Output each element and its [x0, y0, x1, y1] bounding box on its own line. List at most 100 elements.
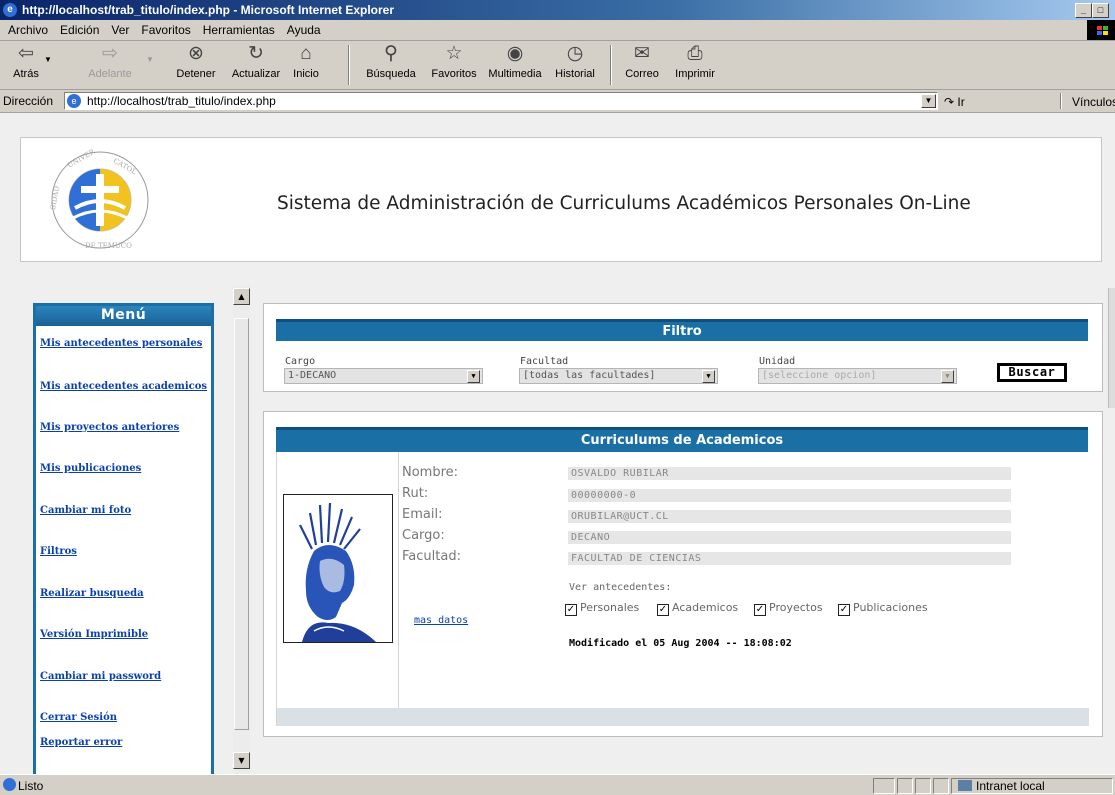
- university-logo: UNIVER CATOL SIDAD DE TEMUCO: [49, 148, 149, 250]
- facultad-label: Facultad: [520, 356, 569, 367]
- menu-link-version-imprimible[interactable]: Versión Imprimible: [40, 629, 148, 640]
- site-header: UNIVER CATOL SIDAD DE TEMUCO Sistema de …: [20, 137, 1102, 262]
- facultad-select[interactable]: [todas las facultades] ▼: [519, 368, 718, 384]
- facultad-field-label: Facultad:: [402, 549, 461, 564]
- links-button[interactable]: Vínculos: [1072, 95, 1115, 109]
- mail-button[interactable]: ✉ Correo: [620, 43, 664, 80]
- cargo-label: Cargo: [285, 356, 316, 367]
- ie-icon: e: [3, 3, 17, 17]
- modified-timestamp: Modificado el 05 Aug 2004 -- 18:08:02: [569, 638, 792, 649]
- history-icon: ◷: [566, 43, 584, 64]
- facultad-value: FACULTAD DE CIENCIAS: [568, 552, 1011, 565]
- maximize-button[interactable]: □: [1092, 3, 1109, 18]
- menu-link-filtros[interactable]: Filtros: [40, 546, 77, 557]
- side-menu: Menú Mis antecedentes personales Mis ant…: [33, 303, 214, 774]
- curriculum-title: Curriculums de Academicos: [276, 427, 1088, 452]
- status-panel: [897, 778, 913, 794]
- cargo-select[interactable]: 1-DECANO ▼: [284, 368, 483, 384]
- address-url: http://localhost/trab_titulo/index.php: [87, 94, 276, 108]
- menu-link-cambiar-password[interactable]: Cambiar mi password: [40, 671, 161, 682]
- intranet-icon: [958, 780, 972, 791]
- minimize-button[interactable]: _: [1075, 3, 1092, 18]
- forward-button[interactable]: ⇨ Adelante: [84, 43, 136, 80]
- menu-ayuda[interactable]: Ayuda: [281, 20, 327, 40]
- email-label: Email:: [402, 507, 443, 522]
- page-icon: e: [67, 94, 81, 108]
- menu-ver[interactable]: Ver: [105, 20, 135, 40]
- back-button[interactable]: ⇦ Atrás: [6, 43, 46, 80]
- go-arrow-icon: ↷: [944, 95, 955, 109]
- unidad-select[interactable]: [seleccione opcion] ▼: [758, 368, 957, 384]
- scroll-up-icon[interactable]: ▲: [233, 288, 250, 305]
- favorites-button[interactable]: ☆ Favoritos: [424, 43, 484, 80]
- checkbox-publicaciones[interactable]: ✓ Publicaciones: [838, 601, 928, 616]
- menu-link-antecedentes-personales[interactable]: Mis antecedentes personales: [40, 338, 202, 349]
- menu-link-cerrar-sesion[interactable]: Cerrar Sesión: [40, 712, 117, 723]
- email-value: ORUBILAR@UCT.CL: [568, 510, 1011, 523]
- curriculum-panel: Curriculums de Academicos Nombre: Rut: E…: [263, 411, 1103, 737]
- toolbar-separator: [610, 45, 612, 85]
- page-done-icon: [3, 778, 16, 791]
- back-dropdown-icon[interactable]: ▼: [44, 55, 52, 64]
- print-button[interactable]: ⎙ Imprimir: [672, 43, 718, 80]
- nombre-label: Nombre:: [402, 465, 459, 480]
- menu-link-publicaciones[interactable]: Mis publicaciones: [40, 463, 141, 474]
- forward-dropdown-icon[interactable]: ▼: [146, 55, 154, 64]
- address-label: Dirección: [3, 94, 54, 108]
- address-input[interactable]: e http://localhost/trab_titulo/index.php…: [64, 92, 938, 110]
- checkbox-proyectos[interactable]: ✓ Proyectos: [754, 601, 823, 616]
- media-icon: ◉: [506, 43, 524, 64]
- chevron-down-icon: ▼: [941, 370, 954, 383]
- stop-icon: ⊗: [188, 43, 204, 64]
- rut-label: Rut:: [402, 486, 429, 501]
- svg-text:UNIVER: UNIVER: [66, 148, 97, 170]
- checkbox-academicos[interactable]: ✓ Academicos: [657, 601, 738, 616]
- checkmark-icon: ✓: [838, 604, 850, 616]
- menu-link-cambiar-foto[interactable]: Cambiar mi foto: [40, 505, 131, 516]
- address-dropdown-icon[interactable]: ▼: [921, 94, 936, 108]
- checkmark-icon: ✓: [754, 604, 766, 616]
- stop-button[interactable]: ⊗ Detener: [170, 43, 222, 80]
- menu-scrollbar[interactable]: ▲ ▼: [233, 285, 250, 774]
- menu-link-antecedentes-academicos[interactable]: Mis antecedentes academicos: [40, 381, 207, 392]
- scroll-down-icon[interactable]: ▼: [233, 752, 250, 769]
- filter-title: Filtro: [276, 319, 1088, 341]
- mas-datos-link[interactable]: mas datos: [414, 615, 468, 626]
- buscar-button[interactable]: Buscar: [997, 363, 1067, 382]
- chevron-down-icon: ▼: [467, 370, 480, 383]
- back-arrow-icon: ⇦: [18, 43, 34, 64]
- menu-favoritos[interactable]: Favoritos: [135, 20, 196, 40]
- scroll-thumb[interactable]: [234, 318, 249, 730]
- menu-archivo[interactable]: Archivo: [2, 20, 54, 40]
- column-divider: [398, 452, 399, 726]
- windows-logo-icon: [1087, 20, 1115, 40]
- media-button[interactable]: ◉ Multimedia: [485, 43, 545, 80]
- site-title: Sistema de Administración de Curriculums…: [277, 193, 971, 214]
- page-content: UNIVER CATOL SIDAD DE TEMUCO Sistema de …: [0, 113, 1115, 774]
- menu-edicion[interactable]: Edición: [54, 20, 105, 40]
- home-button[interactable]: ⌂ Inicio: [286, 43, 326, 80]
- window-title: http://localhost/trab_titulo/index.php -…: [22, 3, 395, 17]
- menu-link-realizar-busqueda[interactable]: Realizar busqueda: [40, 588, 144, 599]
- history-button[interactable]: ◷ Historial: [548, 43, 602, 80]
- menu-bar: Archivo Edición Ver Favoritos Herramientas Ay…: [0, 20, 1115, 41]
- refresh-button[interactable]: ↻ Actualizar: [228, 43, 284, 80]
- search-icon: ⚲: [384, 43, 398, 64]
- cargo-field-label: Cargo:: [402, 528, 445, 543]
- toolbar: ⇦ Atrás ▼ ⇨ Adelante ▼ ⊗ Detener ↻ Actua…: [0, 41, 1115, 90]
- security-zone: Intranet local: [958, 779, 1045, 793]
- search-button[interactable]: ⚲ Búsqueda: [362, 43, 420, 80]
- status-panel: [915, 778, 931, 794]
- page-scrollbar-edge[interactable]: [1108, 288, 1115, 408]
- menu-link-reportar-error[interactable]: Reportar error: [40, 737, 122, 748]
- curriculum-body: Nombre: Rut: Email: Cargo: Facultad: OSV…: [276, 452, 1089, 726]
- checkmark-icon: ✓: [657, 604, 669, 616]
- go-button[interactable]: ↷ Ir: [944, 95, 965, 109]
- svg-text:DE TEMUCO: DE TEMUCO: [85, 242, 132, 250]
- menu-link-proyectos[interactable]: Mis proyectos anteriores: [40, 422, 179, 433]
- home-icon: ⌂: [300, 43, 312, 64]
- svg-text:SIDAD: SIDAD: [49, 185, 61, 210]
- checkbox-personales[interactable]: ✓ Personales: [565, 601, 639, 616]
- menu-herramientas[interactable]: Herramientas: [197, 20, 281, 40]
- toolbar-separator: [348, 45, 350, 85]
